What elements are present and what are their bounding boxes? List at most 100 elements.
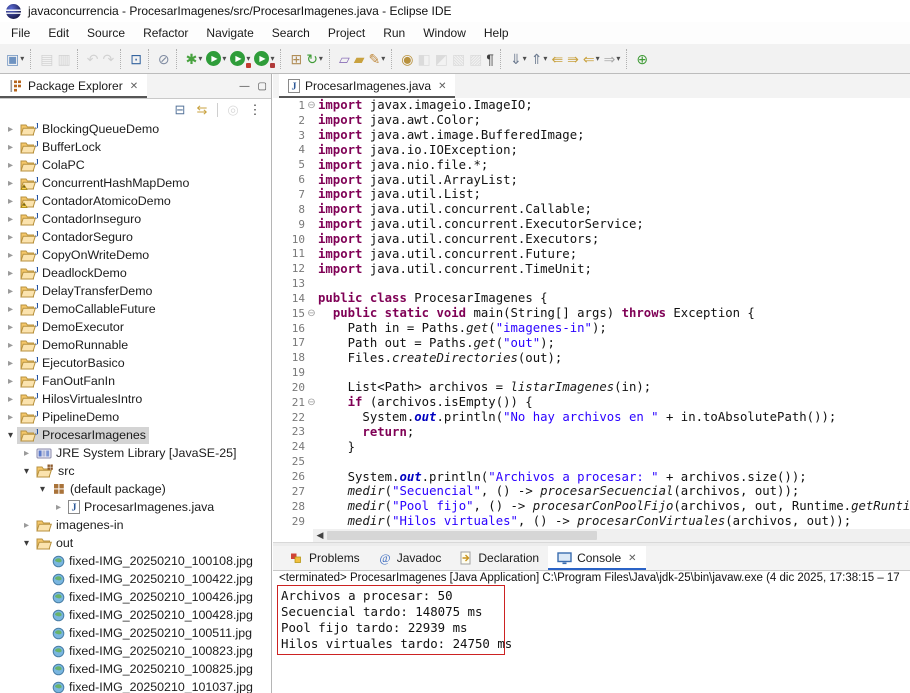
menu-item-run[interactable]: Run: [374, 23, 414, 43]
chevron-right-icon[interactable]: ▸: [4, 178, 17, 189]
line-number[interactable]: 6: [273, 173, 305, 186]
tree-item[interactable]: ▸JContadorAtomicoDemo: [0, 192, 271, 210]
chevron-right-icon[interactable]: ▸: [20, 448, 33, 459]
code-line[interactable]: 24 }: [273, 439, 910, 454]
line-number[interactable]: 7: [273, 188, 305, 201]
tree-item[interactable]: ▸JRE System Library [JavaSE-25]: [0, 444, 271, 462]
scrollbar-thumb[interactable]: [327, 531, 597, 540]
tree-item[interactable]: fixed-IMG_20250210_100825.jpg: [0, 660, 271, 678]
tree-item[interactable]: ▸JHilosVirtualesIntro: [0, 390, 271, 408]
project-tree[interactable]: ▸JBlockingQueueDemo▸JBufferLock▸JColaPC▸…: [0, 120, 271, 693]
focus-on-active-task-icon[interactable]: ◎: [223, 100, 243, 120]
code-line[interactable]: 16 Path in = Paths.get("imagenes-in");: [273, 321, 910, 336]
fold-marker-icon[interactable]: ⊖: [305, 100, 318, 111]
dropdown-arrow-icon[interactable]: ▾: [246, 54, 250, 63]
tree-item[interactable]: ▸JPipelineDemo: [0, 408, 271, 426]
editor-hscrollbar[interactable]: ◀: [313, 529, 910, 542]
line-number[interactable]: 22: [273, 411, 305, 424]
tree-item[interactable]: ▸JConcurrentHashMapDemo: [0, 174, 271, 192]
code-line[interactable]: 17 Path out = Paths.get("out");: [273, 336, 910, 351]
tree-item[interactable]: ▸JColaPC: [0, 156, 271, 174]
tree-item[interactable]: fixed-IMG_20250210_100428.jpg: [0, 606, 271, 624]
tab-declaration[interactable]: Declaration: [450, 546, 548, 570]
chevron-right-icon[interactable]: ▸: [4, 286, 17, 297]
code-line[interactable]: 4import java.io.IOException;: [273, 143, 910, 158]
chevron-right-icon[interactable]: ▸: [4, 160, 17, 171]
code-line[interactable]: 21⊖ if (archivos.isEmpty()) {: [273, 395, 910, 410]
back-icon[interactable]: ⇐▾: [581, 47, 602, 71]
tree-item[interactable]: ▸JEjecutorBasico: [0, 354, 271, 372]
chevron-right-icon[interactable]: ▸: [4, 124, 17, 135]
code-line[interactable]: 8import java.util.concurrent.Callable;: [273, 202, 910, 217]
close-icon[interactable]: ✕: [438, 81, 446, 92]
code-line[interactable]: 5import java.nio.file.*;: [273, 157, 910, 172]
tree-item[interactable]: fixed-IMG_20250210_100823.jpg: [0, 642, 271, 660]
view-menu-icon[interactable]: ⋮: [245, 100, 265, 120]
dropdown-arrow-icon[interactable]: ▾: [543, 54, 547, 63]
code-line[interactable]: 10import java.util.concurrent.Executors;: [273, 232, 910, 247]
code-line[interactable]: 9import java.util.concurrent.ExecutorSer…: [273, 217, 910, 232]
chevron-right-icon[interactable]: ▸: [4, 412, 17, 423]
tree-item[interactable]: ▸JDelayTransferDemo: [0, 282, 271, 300]
chevron-right-icon[interactable]: ▸: [4, 232, 17, 243]
line-number[interactable]: 11: [273, 247, 305, 260]
save-icon[interactable]: ▤: [38, 47, 55, 71]
line-number[interactable]: 19: [273, 366, 305, 379]
tree-item[interactable]: ▸JDemoRunnable: [0, 336, 271, 354]
line-number[interactable]: 12: [273, 262, 305, 275]
dropdown-arrow-icon[interactable]: ▾: [20, 54, 24, 63]
dropdown-arrow-icon[interactable]: ▾: [616, 54, 620, 63]
tree-item[interactable]: fixed-IMG_20250210_100422.jpg: [0, 570, 271, 588]
tab-javadoc[interactable]: @Javadoc: [369, 546, 451, 570]
tree-item[interactable]: ▸JDemoExecutor: [0, 318, 271, 336]
code-line[interactable]: 29 medir("Hilos virtuales", () -> proces…: [273, 514, 910, 529]
code-line[interactable]: 13: [273, 276, 910, 291]
close-icon[interactable]: ✕: [628, 553, 636, 564]
chevron-down-icon[interactable]: ▾: [36, 484, 49, 495]
close-icon[interactable]: ✕: [130, 81, 138, 92]
run-icon[interactable]: ▶▾: [204, 47, 228, 71]
chevron-right-icon[interactable]: ▸: [4, 376, 17, 387]
line-number[interactable]: 20: [273, 381, 305, 394]
code-line[interactable]: 25: [273, 454, 910, 469]
tab-problems[interactable]: Problems: [281, 546, 369, 570]
menu-item-edit[interactable]: Edit: [39, 23, 78, 43]
next-annotation-icon[interactable]: ⇓▾: [508, 47, 529, 71]
code-line[interactable]: 28 medir("Pool fijo", () -> procesarConP…: [273, 499, 910, 514]
console-content[interactable]: <terminated> ProcesarImagenes [Java Appl…: [273, 571, 910, 693]
tab-editor-procesarimagenes[interactable]: J ProcesarImagenes.java ✕: [279, 74, 455, 98]
tree-item[interactable]: ▸JBufferLock: [0, 138, 271, 156]
tree-item[interactable]: ▸JContadorSeguro: [0, 228, 271, 246]
code-line[interactable]: 23 return;: [273, 425, 910, 440]
line-number[interactable]: 13: [273, 277, 305, 290]
new-wizard-icon[interactable]: ▣▾: [4, 47, 26, 71]
chevron-down-icon[interactable]: ▾: [20, 538, 33, 549]
chevron-right-icon[interactable]: ▸: [4, 268, 17, 279]
code-line[interactable]: 22 System.out.println("No hay archivos e…: [273, 410, 910, 425]
fold-marker-icon[interactable]: ⊖: [305, 308, 318, 319]
format-icon[interactable]: ◩: [433, 47, 450, 71]
chevron-down-icon[interactable]: ▾: [20, 466, 33, 477]
line-number[interactable]: 15: [273, 307, 305, 320]
tree-item[interactable]: ▸JContadorInseguro: [0, 210, 271, 228]
search-icon[interactable]: ◉: [399, 47, 415, 71]
forward-icon[interactable]: ⇒▾: [602, 47, 623, 71]
minimize-icon[interactable]: —: [240, 81, 250, 92]
line-number[interactable]: 9: [273, 218, 305, 231]
code-line[interactable]: 1⊖import javax.imageio.ImageIO;: [273, 98, 910, 113]
tree-item[interactable]: ▾(default package): [0, 480, 271, 498]
refresh-update-icon[interactable]: ↻▾: [304, 47, 325, 71]
line-number[interactable]: 23: [273, 425, 305, 438]
dropdown-arrow-icon[interactable]: ▾: [198, 54, 202, 63]
menu-item-source[interactable]: Source: [78, 23, 134, 43]
dropdown-arrow-icon[interactable]: ▾: [270, 54, 274, 63]
tree-item[interactable]: ▾JProcesarImagenes: [0, 426, 271, 444]
collapse-all-icon[interactable]: ⊟: [170, 100, 190, 120]
line-number[interactable]: 16: [273, 322, 305, 335]
menu-item-search[interactable]: Search: [263, 23, 319, 43]
tab-console[interactable]: Console✕: [548, 546, 645, 570]
line-number[interactable]: 21: [273, 396, 305, 409]
tree-item[interactable]: ▾src: [0, 462, 271, 480]
line-number[interactable]: 25: [273, 455, 305, 468]
link-with-editor-icon[interactable]: ⇆: [192, 100, 212, 120]
